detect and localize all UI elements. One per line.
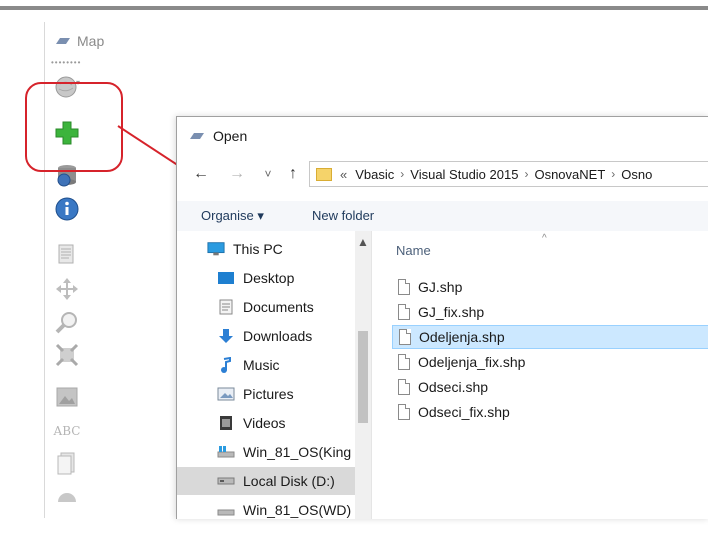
music-icon (217, 357, 235, 373)
nav-item-label: Pictures (243, 386, 294, 402)
file-name: Odseci.shp (418, 379, 489, 395)
full-extent-icon[interactable] (52, 342, 82, 368)
zoom-icon[interactable] (52, 310, 82, 336)
disk-icon (217, 473, 235, 489)
image-icon[interactable] (52, 384, 82, 410)
breadcrumb-osnovanet[interactable]: OsnovaNET (534, 167, 605, 182)
nav-item-win81-wd[interactable]: Win_81_OS(WD) (217, 496, 355, 519)
navigation-pane: This PC Desktop Documents Downloads Musi… (177, 231, 372, 519)
nav-item-videos[interactable]: Videos (217, 409, 355, 437)
layers-icon[interactable] (52, 242, 82, 268)
file-item-odseci-fix[interactable]: Odseci_fix.shp (392, 400, 708, 424)
file-list-pane: ^ Name GJ.shp GJ_fix.shp Odeljenja.shp O… (372, 231, 708, 519)
file-name: Odseci_fix.shp (418, 404, 510, 420)
map-window-title: Map (55, 32, 104, 50)
file-name: Odeljenja_fix.shp (418, 354, 526, 370)
new-folder-button[interactable]: New folder (312, 208, 374, 223)
column-header-name[interactable]: Name (396, 243, 431, 258)
navigation-bar: ← → ˅ ↑ « Vbasic › Visual Studio 2015 › … (177, 157, 708, 191)
address-bar[interactable]: « Vbasic › Visual Studio 2015 › OsnovaNE… (309, 161, 708, 187)
nav-item-desktop[interactable]: Desktop (217, 264, 355, 292)
back-button[interactable]: ← (191, 164, 211, 184)
nav-pane-scrollbar[interactable]: ▲ (355, 231, 371, 519)
grip-dots: •••••••• (51, 58, 82, 67)
map-title-text: Map (77, 33, 105, 49)
command-bar: Organise ▾ New folder (177, 201, 708, 232)
nav-item-local-disk-d[interactable]: Local Disk (D:) (177, 467, 355, 495)
network-drive-icon (217, 502, 235, 518)
desktop-icon (217, 270, 235, 286)
document-icon[interactable] (52, 450, 82, 476)
file-icon (399, 329, 411, 345)
partial-tool-icon[interactable] (52, 482, 82, 508)
up-arrow-icon: ↑ (289, 165, 297, 182)
file-name: Odeljenja.shp (419, 329, 505, 345)
nav-item-music[interactable]: Music (217, 351, 355, 379)
sort-caret-icon: ^ (542, 233, 547, 244)
forward-arrow-icon: → (229, 165, 245, 182)
forward-button[interactable]: → (227, 164, 247, 184)
highlight-callout-box (25, 82, 123, 172)
nav-item-win81-king[interactable]: Win_81_OS(King (217, 438, 355, 466)
file-name: GJ_fix.shp (418, 304, 485, 320)
dialog-title-text: Open (213, 128, 248, 144)
breadcrumb-separator-icon: › (400, 167, 405, 181)
dialog-title: Open (189, 127, 247, 145)
address-overflow[interactable]: « (340, 167, 347, 182)
nav-item-this-pc[interactable]: This PC (207, 235, 355, 263)
nav-item-label: Music (243, 357, 280, 373)
file-icon (398, 379, 410, 395)
file-icon (398, 354, 410, 370)
folder-icon (316, 167, 332, 181)
pictures-icon (217, 386, 235, 402)
back-arrow-icon: ← (193, 165, 209, 182)
breadcrumb-visual-studio[interactable]: Visual Studio 2015 (410, 167, 518, 182)
nav-item-label: Win_81_OS(WD) (243, 502, 352, 518)
recent-locations-button[interactable]: ˅ (261, 164, 275, 184)
pc-icon (207, 241, 225, 257)
chevron-down-icon: ˅ (264, 167, 272, 181)
breadcrumb-separator-icon: › (611, 167, 616, 181)
file-item-gj[interactable]: GJ.shp (392, 275, 708, 299)
organise-button[interactable]: Organise ▾ (201, 208, 264, 224)
file-item-odeljenja-fix[interactable]: Odeljenja_fix.shp (392, 350, 708, 374)
scroll-up-icon[interactable]: ▲ (357, 235, 369, 249)
nav-item-documents[interactable]: Documents (217, 293, 355, 321)
breadcrumb-osno[interactable]: Osno (621, 167, 652, 182)
nav-item-downloads[interactable]: Downloads (217, 322, 355, 350)
nav-item-label: Desktop (243, 270, 295, 286)
breadcrumb-separator-icon: › (524, 167, 529, 181)
nav-item-label: Documents (243, 299, 314, 315)
download-icon (217, 328, 235, 344)
top-strip (0, 0, 708, 16)
file-item-gj-fix[interactable]: GJ_fix.shp (392, 300, 708, 324)
label-abc-icon[interactable]: ABC (52, 418, 82, 444)
file-name: GJ.shp (418, 279, 463, 295)
documents-icon (217, 299, 235, 315)
app-icon (56, 38, 70, 44)
file-icon (398, 404, 410, 420)
nav-item-pictures[interactable]: Pictures (217, 380, 355, 408)
dialog-app-icon (190, 133, 204, 139)
videos-icon (217, 415, 235, 431)
pan-icon[interactable] (52, 276, 82, 302)
open-dialog: Open ← → ˅ ↑ « Vbasic › Visual Studio 20… (176, 116, 708, 519)
nav-item-label: Downloads (243, 328, 313, 344)
breadcrumb-vbasic[interactable]: Vbasic (355, 167, 394, 182)
info-icon[interactable] (52, 196, 82, 222)
file-icon (398, 304, 410, 320)
nav-item-label: Local Disk (D:) (243, 473, 335, 489)
network-drive-icon (217, 444, 235, 460)
nav-item-label: Videos (243, 415, 286, 431)
scrollbar-thumb[interactable] (358, 331, 368, 423)
file-item-odeljenja[interactable]: Odeljenja.shp (392, 325, 708, 349)
nav-item-label: Win_81_OS(King (243, 444, 352, 460)
nav-item-label: This PC (233, 241, 283, 257)
up-button[interactable]: ↑ (283, 164, 303, 184)
file-item-odseci[interactable]: Odseci.shp (392, 375, 708, 399)
file-icon (398, 279, 410, 295)
abc-label: ABC (53, 424, 81, 438)
